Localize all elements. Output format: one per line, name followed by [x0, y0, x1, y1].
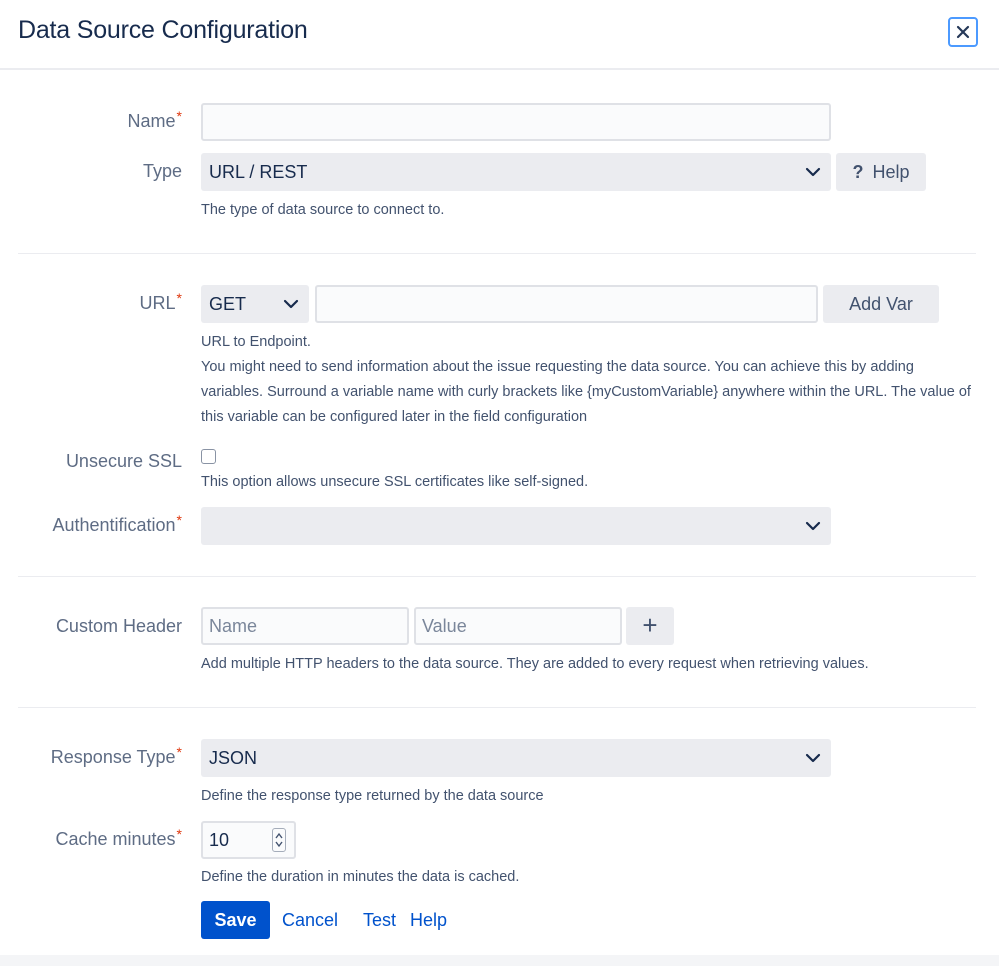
chevron-down-icon — [805, 521, 821, 531]
response-type-help-text: Define the response type returned by the… — [201, 788, 544, 804]
authentification-label: Authentification* — [52, 512, 182, 535]
add-header-button[interactable]: + — [626, 607, 674, 645]
dialog-header: Data Source Configuration — [0, 0, 999, 70]
question-icon: ? — [852, 161, 864, 182]
close-icon — [956, 25, 970, 39]
cache-minutes-label: Cache minutes* — [55, 826, 182, 849]
custom-header-label: Custom Header — [55, 616, 182, 636]
cache-minutes-stepper[interactable]: 10 — [201, 821, 296, 859]
chevron-down-icon — [805, 167, 821, 177]
chevron-down-icon — [283, 299, 299, 309]
custom-header-help-text: Add multiple HTTP headers to the data so… — [201, 656, 869, 672]
cache-minutes-value: 10 — [209, 829, 230, 850]
unsecure-ssl-help-text: This option allows unsecure SSL certific… — [201, 474, 589, 490]
unsecure-ssl-checkbox[interactable] — [201, 449, 216, 464]
url-input[interactable] — [315, 285, 818, 323]
section-divider — [18, 576, 976, 577]
test-link[interactable]: Test — [363, 910, 396, 931]
close-button[interactable] — [948, 17, 978, 47]
help-button-label: Help — [872, 161, 910, 182]
type-select[interactable]: URL / REST — [201, 153, 831, 191]
stepper-arrows-icon — [275, 832, 283, 848]
url-help-line: URL to Endpoint. — [201, 334, 311, 350]
unsecure-ssl-label: Unsecure SSL — [65, 451, 182, 471]
header-name-input[interactable] — [201, 607, 409, 645]
plus-icon: + — [642, 609, 658, 640]
add-var-button[interactable]: Add Var — [823, 285, 939, 323]
save-button[interactable]: Save — [201, 901, 270, 939]
cache-minutes-help-text: Define the duration in minutes the data … — [201, 869, 520, 885]
url-help-text: URL to Endpoint. You might need to send … — [201, 330, 976, 430]
cancel-link[interactable]: Cancel — [282, 910, 338, 931]
chevron-down-icon — [805, 753, 821, 763]
header-value-input[interactable] — [414, 607, 622, 645]
name-label: Name* — [127, 108, 182, 131]
type-help-text: The type of data source to connect to. — [201, 202, 445, 218]
section-divider — [18, 707, 976, 708]
dialog-footer-edge — [0, 955, 999, 966]
response-type-label: Response Type* — [50, 744, 182, 767]
stepper-arrows[interactable] — [272, 828, 286, 852]
name-input[interactable] — [201, 103, 831, 141]
response-type-select[interactable]: JSON — [201, 739, 831, 777]
type-help-button[interactable]: ? Help — [836, 153, 926, 191]
url-help-paragraph: You might need to send information about… — [201, 359, 971, 425]
url-label: URL* — [139, 290, 182, 313]
method-select[interactable]: GET — [201, 285, 309, 323]
dialog-title: Data Source Configuration — [18, 16, 308, 44]
help-link[interactable]: Help — [410, 910, 447, 931]
type-label: Type — [142, 161, 182, 181]
response-type-select-value: JSON — [209, 747, 258, 768]
section-divider — [18, 253, 976, 254]
method-select-value: GET — [209, 293, 247, 314]
authentification-select[interactable] — [201, 507, 831, 545]
type-select-value: URL / REST — [209, 161, 308, 182]
